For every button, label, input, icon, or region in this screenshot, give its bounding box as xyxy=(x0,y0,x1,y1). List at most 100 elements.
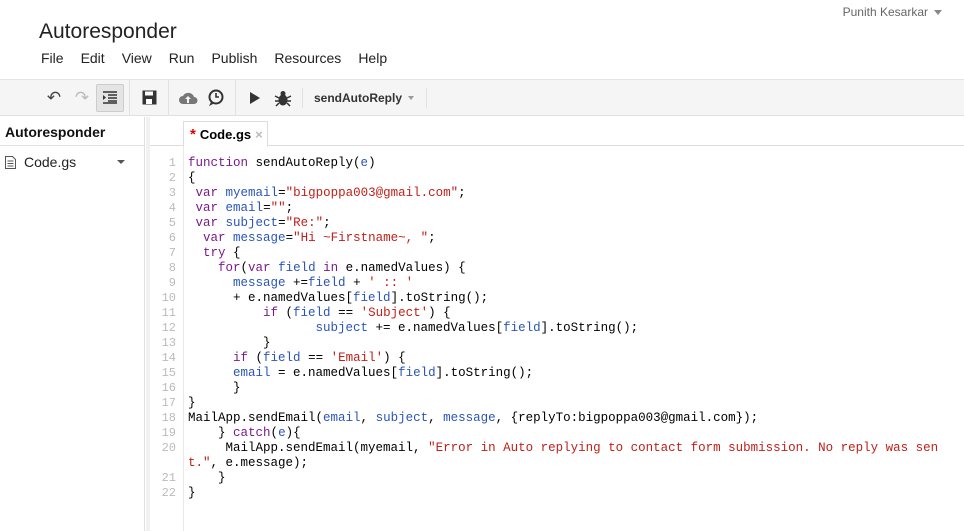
caret-down-icon xyxy=(408,95,415,100)
code-token: ; xyxy=(323,216,331,230)
code-token: += e.namedValues[ xyxy=(368,321,504,335)
tab-label: Code.gs xyxy=(199,126,252,142)
code-line[interactable]: 22} xyxy=(150,486,964,501)
project-title[interactable]: Autoresponder xyxy=(39,20,177,44)
code-line[interactable]: 9 message +=field + ' :: ' xyxy=(150,276,964,291)
code-line[interactable]: 14 if (field == 'Email') { xyxy=(150,351,964,366)
code-line[interactable]: 4 var email=""; xyxy=(150,201,964,216)
caret-down-icon xyxy=(934,10,942,16)
save-icon[interactable] xyxy=(135,84,163,112)
redo-icon[interactable]: ↷ xyxy=(68,84,96,112)
menu-edit[interactable]: Edit xyxy=(81,50,105,66)
code-token: ( xyxy=(248,351,264,365)
keyword-token: var xyxy=(195,201,219,215)
code-line[interactable]: 2{ xyxy=(150,171,964,186)
code-line[interactable]: 21 } xyxy=(150,471,964,486)
code-token: ; xyxy=(458,186,466,200)
code-line[interactable]: 20 MailApp.sendEmail(myemail, "Error in … xyxy=(150,441,964,471)
user-name: Punith Kesarkar xyxy=(842,5,928,19)
code-text: message +=field + ' :: ' xyxy=(188,276,964,291)
editor-tabs: * Code.gs × xyxy=(150,117,964,147)
code-text: } xyxy=(188,471,964,486)
menu-run[interactable]: Run xyxy=(169,50,195,66)
function-select-value: sendAutoReply xyxy=(314,90,403,105)
code-editor[interactable]: 1 function sendAutoReply(e) 2{3 var myemai… xyxy=(150,156,964,501)
code-line[interactable]: 15 email = e.namedValues[field].toString… xyxy=(150,366,964,381)
code-line[interactable]: 3 var myemail="bigpoppa003@gmail.com"; xyxy=(150,186,964,201)
file-menu-caret-icon[interactable] xyxy=(117,160,125,164)
function-select[interactable]: sendAutoReply xyxy=(314,90,415,105)
code-token: MailApp.sendEmail(myemail, xyxy=(188,441,429,455)
variable-token: field xyxy=(263,351,301,365)
tab-code-gs[interactable]: * Code.gs × xyxy=(183,121,268,147)
code-token: ){ xyxy=(285,426,301,440)
code-line[interactable]: 16 } xyxy=(150,381,964,396)
code-token: ) { xyxy=(383,351,406,365)
code-text: for(var field in e.namedValues) { xyxy=(188,261,964,276)
variable-token: message xyxy=(443,411,496,425)
code-line[interactable]: 17} xyxy=(150,396,964,411)
line-number: 12 xyxy=(161,321,176,335)
code-line[interactable]: 13 } xyxy=(150,336,964,351)
line-number: 10 xyxy=(161,291,176,305)
code-token: = e.namedValues[ xyxy=(270,366,399,380)
file-icon xyxy=(5,155,16,169)
code-token: == xyxy=(300,351,331,365)
keyword-token: var xyxy=(248,261,271,275)
code-token: sendAutoReply( xyxy=(248,156,361,170)
menu-file[interactable]: File xyxy=(41,50,64,66)
code-token: } xyxy=(188,471,226,485)
run-icon[interactable] xyxy=(241,84,269,112)
variable-token: email xyxy=(233,366,271,380)
triggers-icon[interactable] xyxy=(202,84,230,112)
code-token: } xyxy=(188,426,234,440)
code-line[interactable]: 8 for(var field in e.namedValues) { xyxy=(150,261,964,276)
code-token: ].toString(); xyxy=(390,291,489,305)
code-text: try { xyxy=(188,246,964,261)
line-number: 17 xyxy=(161,396,176,410)
menu-publish[interactable]: Publish xyxy=(211,50,257,66)
code-line[interactable]: 6 var message="Hi ~Firstname~, "; xyxy=(150,231,964,246)
line-number: 9 xyxy=(168,276,176,290)
code-line[interactable]: 1 function sendAutoReply(e) xyxy=(150,156,964,171)
menu-view[interactable]: View xyxy=(122,50,152,66)
debug-icon[interactable] xyxy=(269,84,297,112)
code-line[interactable]: 5 var subject="Re:"; xyxy=(150,216,964,231)
menu-bar: File Edit View Run Publish Resources Hel… xyxy=(41,50,404,66)
user-account-menu[interactable]: Punith Kesarkar xyxy=(843,5,942,19)
string-token: "Hi ~Firstname~, " xyxy=(293,231,429,245)
indent-icon[interactable] xyxy=(96,83,124,112)
code-token: ( xyxy=(278,306,294,320)
sidebar-file-item[interactable]: Code.gs xyxy=(0,146,144,178)
close-icon[interactable]: × xyxy=(255,127,263,142)
unsaved-marker: * xyxy=(190,125,196,143)
code-line[interactable]: 12 subject += e.namedValues[field].toStr… xyxy=(150,321,964,336)
code-line[interactable]: 7 try { xyxy=(150,246,964,261)
code-line[interactable]: 18 MailApp.sendEmail(email, subject, mess… xyxy=(150,411,964,426)
line-number: 4 xyxy=(168,201,176,215)
line-number: 3 xyxy=(168,186,176,200)
undo-icon[interactable]: ↶ xyxy=(40,84,68,112)
code-line[interactable]: 10 + e.namedValues[field].toString(); xyxy=(150,291,964,306)
toolbar: ↶ ↷ sendAutoReply xyxy=(0,79,964,116)
deploy-icon[interactable] xyxy=(174,84,202,112)
variable-token: field xyxy=(353,291,391,305)
keyword-token: var xyxy=(195,186,219,200)
code-text: MailApp.sendEmail(myemail, "Error in Aut… xyxy=(188,441,964,471)
menu-resources[interactable]: Resources xyxy=(274,50,341,66)
string-token: ' :: ' xyxy=(368,276,414,290)
menu-help[interactable]: Help xyxy=(358,50,387,66)
variable-token: message xyxy=(233,231,286,245)
line-number: 19 xyxy=(161,426,176,440)
code-text: var myemail="bigpoppa003@gmail.com"; xyxy=(188,186,964,201)
code-token: , xyxy=(360,411,376,425)
code-token: , xyxy=(428,411,444,425)
code-line[interactable]: 11 if (field == 'Subject') { xyxy=(150,306,964,321)
code-line[interactable]: 19 } catch(e){ xyxy=(150,426,964,441)
line-number: 7 xyxy=(168,246,176,260)
